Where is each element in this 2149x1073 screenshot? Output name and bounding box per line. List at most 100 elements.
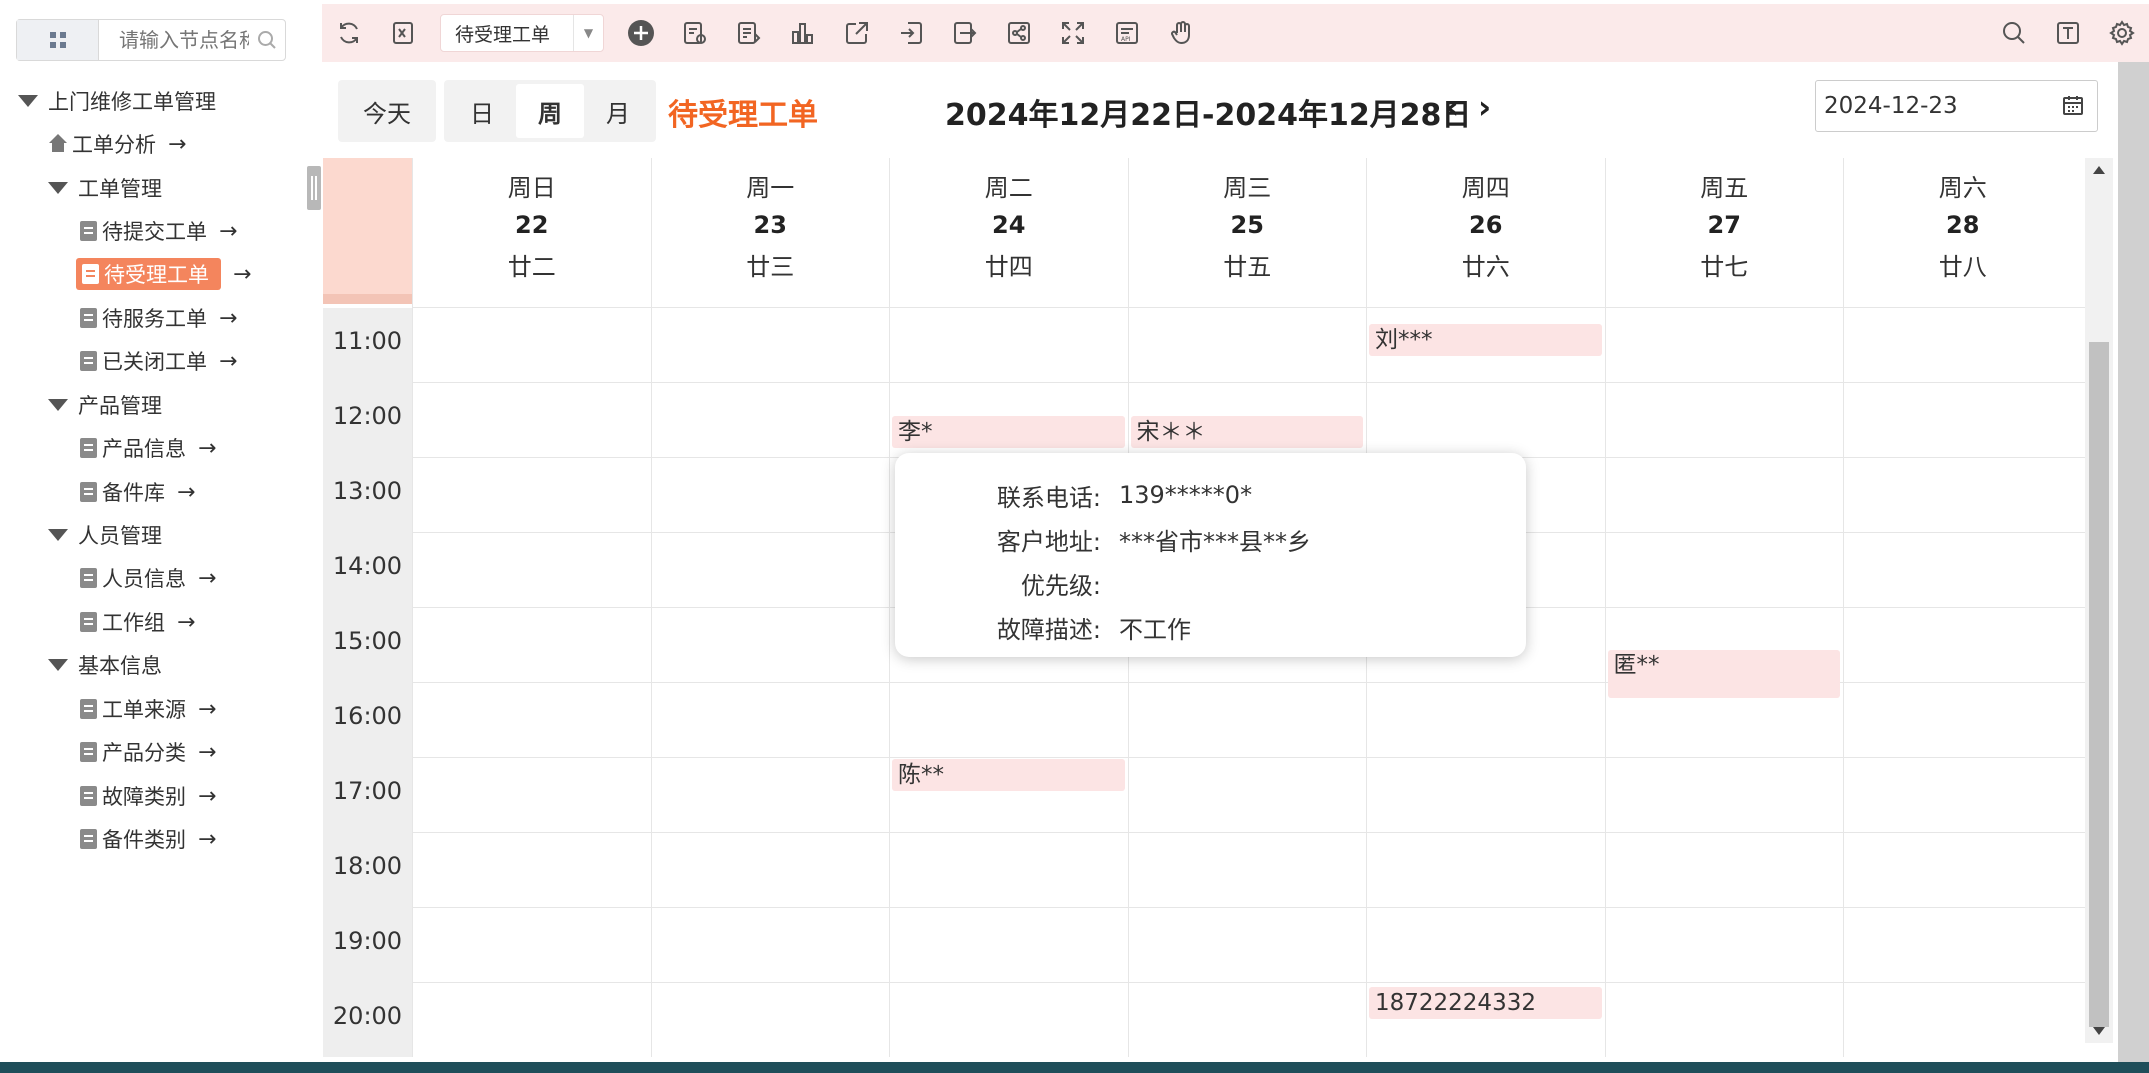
sidebar-resize-handle[interactable] xyxy=(307,166,321,210)
tooltip-row-fault: 故障描述: 不工作 xyxy=(895,605,1526,649)
sidebar-item-product-category[interactable]: 产品分类 → xyxy=(80,735,216,769)
day-header[interactable]: 周一 23 廿三 xyxy=(650,158,889,308)
link-icon[interactable] xyxy=(992,4,1046,62)
arrow-right-icon[interactable]: → xyxy=(219,349,237,374)
sidebar-item-staff-info[interactable]: 人员信息 → xyxy=(80,561,216,595)
calendar-scrollbar[interactable] xyxy=(2085,158,2113,1043)
node-search-input[interactable] xyxy=(99,20,249,60)
search-icon[interactable] xyxy=(249,20,285,60)
arrow-right-icon[interactable]: → xyxy=(168,132,186,157)
export-excel-icon[interactable] xyxy=(376,4,430,62)
document-icon xyxy=(80,221,97,241)
sidebar-group-product-mgmt[interactable]: 产品管理 xyxy=(48,388,162,422)
calendar-event[interactable]: 匿** xyxy=(1607,650,1840,698)
tooltip-key: 联系电话: xyxy=(996,483,1101,512)
calendar-event[interactable]: 18722224332 xyxy=(1369,987,1602,1019)
sidebar-group-basic-info[interactable]: 基本信息 xyxy=(48,648,162,682)
day-header[interactable]: 周三 25 廿五 xyxy=(1127,158,1366,308)
arrow-right-icon[interactable]: → xyxy=(233,262,251,287)
tree-root[interactable]: 上门维修工单管理 xyxy=(18,84,216,118)
sidebar-item-pending-submit[interactable]: 待提交工单 → xyxy=(80,214,237,248)
hand-icon[interactable] xyxy=(1154,4,1208,62)
collapse-triangle-icon[interactable] xyxy=(18,95,38,107)
arrow-right-icon[interactable]: → xyxy=(198,740,216,765)
next-week-icon[interactable]: › xyxy=(1478,88,1491,126)
view-month-button[interactable]: 月 xyxy=(584,84,652,138)
settings-form-icon[interactable] xyxy=(668,4,722,62)
export-icon[interactable] xyxy=(938,4,992,62)
arrow-right-icon[interactable]: → xyxy=(219,306,237,331)
view-week-button[interactable]: 周 xyxy=(516,84,584,138)
arrow-right-icon[interactable]: → xyxy=(219,219,237,244)
search-icon[interactable] xyxy=(1987,4,2041,62)
day-header-date: 27 xyxy=(1707,211,1741,239)
page-scrollbar[interactable] xyxy=(2118,62,2149,1062)
prev-week-icon[interactable]: ‹ xyxy=(1446,88,1459,126)
api-icon[interactable]: API xyxy=(1100,4,1154,62)
time-label: 20:00 xyxy=(332,1002,403,1030)
sidebar-item-pending-accept[interactable]: 待受理工单 → xyxy=(76,257,251,291)
active-item-highlight[interactable]: 待受理工单 xyxy=(76,258,221,290)
calendar-event[interactable]: 宋＊＊ xyxy=(1130,416,1363,448)
share-icon[interactable] xyxy=(830,4,884,62)
add-icon[interactable] xyxy=(614,4,668,62)
collapse-triangle-icon[interactable] xyxy=(48,659,68,671)
sidebar-item-analysis[interactable]: 工单分析 → xyxy=(48,127,186,161)
time-label: 19:00 xyxy=(332,927,403,955)
arrow-right-icon[interactable]: → xyxy=(198,697,216,722)
sidebar-item-fault-type[interactable]: 故障类别 → xyxy=(80,779,216,813)
arrow-right-icon[interactable]: → xyxy=(177,480,195,505)
day-header[interactable]: 周日 22 廿二 xyxy=(412,158,651,308)
sidebar-item-parts-type[interactable]: 备件类别 → xyxy=(80,822,216,856)
calendar-event[interactable]: 李* xyxy=(892,416,1125,448)
view-select[interactable]: 待受理工单 ▼ xyxy=(440,14,604,52)
arrow-right-icon[interactable]: → xyxy=(198,436,216,461)
sidebar-item-product-info[interactable]: 产品信息 → xyxy=(80,431,216,465)
calendar-event[interactable]: 陈** xyxy=(892,759,1125,791)
hour-divider xyxy=(412,307,2085,308)
calendar-icon[interactable] xyxy=(2061,93,2085,123)
sidebar-item-parts-lib[interactable]: 备件库 → xyxy=(80,475,195,509)
gear-icon[interactable] xyxy=(2095,4,2149,62)
sidebar-item-work-group[interactable]: 工作组 → xyxy=(80,605,195,639)
today-button[interactable]: 今天 xyxy=(338,80,436,142)
date-picker[interactable]: 2024-12-23 xyxy=(1815,80,2098,132)
scrollbar-thumb[interactable] xyxy=(2089,342,2109,1027)
event-tooltip: 联系电话: 139*****0* 客户地址: ***省市***县**乡 优先级:… xyxy=(895,453,1526,657)
time-label: 18:00 xyxy=(332,852,403,880)
view-day-button[interactable]: 日 xyxy=(448,84,516,138)
collapse-triangle-icon[interactable] xyxy=(48,399,68,411)
document-icon xyxy=(80,438,97,458)
sidebar-group-label: 人员管理 xyxy=(78,524,162,548)
day-header[interactable]: 周二 24 廿四 xyxy=(889,158,1128,308)
collapse-triangle-icon[interactable] xyxy=(48,529,68,541)
chart-icon[interactable] xyxy=(776,4,830,62)
sidebar-item-pending-service[interactable]: 待服务工单 → xyxy=(80,301,237,335)
refresh-icon[interactable] xyxy=(322,4,376,62)
sidebar-group-label: 工单管理 xyxy=(78,177,162,201)
collapse-triangle-icon[interactable] xyxy=(48,182,68,194)
arrow-right-icon[interactable]: → xyxy=(198,566,216,591)
sidebar-item-order-source[interactable]: 工单来源 → xyxy=(80,692,216,726)
scroll-down-icon[interactable] xyxy=(2093,1027,2105,1035)
arrow-right-icon[interactable]: → xyxy=(198,784,216,809)
day-header[interactable]: 周五 27 廿七 xyxy=(1604,158,1843,308)
day-header[interactable]: 周四 26 廿六 xyxy=(1366,158,1605,308)
grid-menu-icon[interactable] xyxy=(17,20,99,60)
chevron-down-icon[interactable]: ▼ xyxy=(573,15,603,51)
scroll-up-icon[interactable] xyxy=(2093,166,2105,174)
sidebar-group-order-mgmt[interactable]: 工单管理 xyxy=(48,171,162,205)
import-icon[interactable] xyxy=(884,4,938,62)
edit-form-icon[interactable] xyxy=(722,4,776,62)
hour-divider xyxy=(412,907,2085,908)
home-icon xyxy=(48,134,68,154)
fullscreen-icon[interactable] xyxy=(1046,4,1100,62)
sidebar-item-closed[interactable]: 已关闭工单 → xyxy=(80,344,237,378)
arrow-right-icon[interactable]: → xyxy=(198,827,216,852)
sidebar-group-staff-mgmt[interactable]: 人员管理 xyxy=(48,518,162,552)
day-header[interactable]: 周六 28 廿八 xyxy=(1843,158,2082,308)
day-header-date: 23 xyxy=(753,211,787,239)
arrow-right-icon[interactable]: → xyxy=(177,610,195,635)
text-icon[interactable] xyxy=(2041,4,2095,62)
calendar-event[interactable]: 刘*** xyxy=(1369,324,1602,356)
